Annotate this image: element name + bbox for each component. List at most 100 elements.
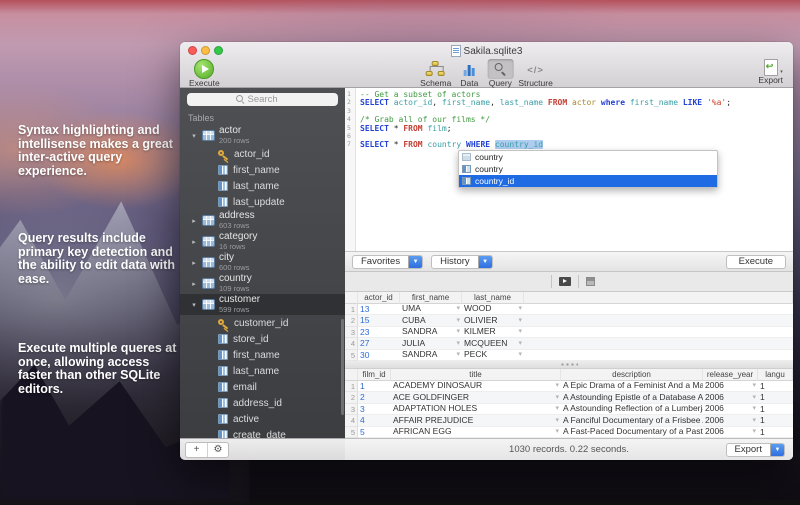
table-cell[interactable]: A Fast-Paced Documentary of a Pastry...▾ [561,427,703,439]
sidebar-field-email[interactable]: email [180,379,345,395]
sidebar-field-address_id[interactable]: address_id [180,395,345,411]
column-header-last_name[interactable]: last_name [462,292,524,304]
sidebar-table-actor[interactable]: ▾actor200 rows [180,125,345,146]
disclosure-collapsed-icon[interactable]: ▸ [190,280,198,288]
table-cell[interactable]: 2006▾ [703,427,758,439]
cell-dropdown-icon[interactable]: ▾ [555,404,559,415]
table-cell[interactable]: 23 [358,327,400,339]
table-cell[interactable]: SANDRA▾ [400,327,462,339]
export-results-button[interactable]: Export ▼ [726,443,785,457]
history-button[interactable]: History ▼ [431,255,493,269]
disclosure-expanded-icon[interactable]: ▾ [190,301,198,309]
table-cell[interactable]: AFRICAN EGG▾ [391,427,561,439]
disclosure-collapsed-icon[interactable]: ▸ [190,259,198,267]
table-cell[interactable]: AFFAIR PREJUDICE▾ [391,415,561,427]
table-cell[interactable]: 4 [358,415,391,427]
export-dropdown-icon[interactable]: ▼ [770,444,784,456]
column-header-film_id[interactable]: film_id [358,369,391,381]
cell-dropdown-icon[interactable]: ▾ [752,381,756,392]
sidebar-field-last_name[interactable]: last_name [180,178,345,194]
results-splitter[interactable] [345,361,793,369]
table-cell[interactable]: A Astounding Epistle of a Database Ad...… [561,392,703,404]
table-cell[interactable]: WOOD▾ [462,304,524,316]
table-cell[interactable]: 3 [358,404,391,416]
settings-gear-button[interactable]: ⚙ [207,443,228,457]
cell-dropdown-icon[interactable]: ▾ [555,392,559,403]
sidebar-table-city[interactable]: ▸city600 rows [180,252,345,273]
sidebar-scrollbar[interactable] [341,319,344,416]
table-cell[interactable]: ADAPTATION HOLES▾ [391,404,561,416]
table-cell[interactable]: 27 [358,338,400,350]
cell-dropdown-icon[interactable]: ▾ [456,338,460,349]
cell-dropdown-icon[interactable]: ▾ [518,338,522,349]
cell-dropdown-icon[interactable]: ▾ [752,404,756,415]
cell-dropdown-icon[interactable]: ▾ [456,327,460,338]
sidebar-table-category[interactable]: ▸category16 rows [180,231,345,252]
cell-dropdown-icon[interactable]: ▾ [456,315,460,326]
table-cell[interactable]: 2006▾ [703,392,758,404]
search-input[interactable] [248,94,290,105]
table-cell[interactable]: 1 [758,415,793,427]
column-header-actor_id[interactable]: actor_id [358,292,400,304]
cell-dropdown-icon[interactable]: ▾ [555,427,559,438]
table-cell[interactable]: CUBA▾ [400,315,462,327]
table-cell[interactable]: 1 [758,427,793,439]
table-cell[interactable]: JULIA▾ [400,338,462,350]
disclosure-expanded-icon[interactable]: ▾ [190,132,198,140]
autocomplete-item-country[interactable]: country [459,163,717,175]
table-cell[interactable]: OLIVIER▾ [462,315,524,327]
autocomplete-item-country_id[interactable]: country_id [459,175,717,187]
cell-dropdown-icon[interactable]: ▾ [456,304,460,315]
table-cell[interactable]: A Fanciful Documentary of a Frisbee An..… [561,415,703,427]
cell-dropdown-icon[interactable]: ▾ [752,392,756,403]
cell-dropdown-icon[interactable]: ▾ [555,415,559,426]
table-cell[interactable]: 5 [358,427,391,439]
table-cell[interactable]: 30 [358,350,400,362]
column-header-first_name[interactable]: first_name [400,292,462,304]
table-cell[interactable]: 15 [358,315,400,327]
sidebar-table-address[interactable]: ▸address603 rows [180,210,345,231]
sidebar-table-customer[interactable]: ▾customer599 rows [180,294,345,315]
table-cell[interactable]: ACADEMY DINOSAUR▾ [391,381,561,393]
sidebar-field-first_name[interactable]: first_name [180,162,345,178]
sidebar-field-last_name[interactable]: last_name [180,363,345,379]
column-header-release_year[interactable]: release_year [703,369,758,381]
sidebar-field-last_update[interactable]: last_update [180,194,345,210]
table-cell[interactable]: 1 [758,404,793,416]
folder-icon[interactable] [559,277,571,286]
export-toolbar-button[interactable]: Export [758,59,783,85]
cell-dropdown-icon[interactable]: ▾ [518,304,522,315]
sidebar-search-field[interactable] [187,93,338,106]
favorites-button[interactable]: Favorites ▼ [352,255,423,269]
table-cell[interactable]: A Astounding Reflection of a Lumberjac..… [561,404,703,416]
cell-dropdown-icon[interactable]: ▾ [752,427,756,438]
sidebar-field-actor_id[interactable]: actor_id [180,146,345,162]
table-cell[interactable]: KILMER▾ [462,327,524,339]
mode-button-data[interactable]: Data [456,59,482,88]
add-table-button[interactable]: + [186,443,207,457]
cell-dropdown-icon[interactable]: ▾ [456,350,460,361]
cell-dropdown-icon[interactable]: ▾ [752,415,756,426]
table-cell[interactable]: 2006▾ [703,415,758,427]
table-cell[interactable]: 13 [358,304,400,316]
autocomplete-item-country[interactable]: country [459,151,717,163]
sidebar-field-first_name[interactable]: first_name [180,347,345,363]
execute-toolbar-button[interactable]: Execute [189,59,220,88]
table-cell[interactable]: UMA▾ [400,304,462,316]
disclosure-collapsed-icon[interactable]: ▸ [190,217,198,225]
favorites-dropdown-icon[interactable]: ▼ [408,256,422,268]
splitter-grip-icon[interactable] [560,363,578,366]
column-header-title[interactable]: title [391,369,561,381]
sidebar-field-store_id[interactable]: store_id [180,331,345,347]
mode-button-schema[interactable]: Schema [420,59,451,88]
disclosure-collapsed-icon[interactable]: ▸ [190,238,198,246]
cell-dropdown-icon[interactable]: ▾ [518,350,522,361]
table-cell[interactable]: SANDRA▾ [400,350,462,362]
table-cell[interactable]: 1 [358,381,391,393]
table-cell[interactable]: 2006▾ [703,381,758,393]
sidebar-field-create_date[interactable]: create_date [180,427,345,438]
table-cell[interactable]: A Epic Drama of a Feminist And a Mad...▾ [561,381,703,393]
history-dropdown-icon[interactable]: ▼ [478,256,492,268]
cube-icon[interactable] [586,277,595,286]
cell-dropdown-icon[interactable]: ▾ [518,327,522,338]
